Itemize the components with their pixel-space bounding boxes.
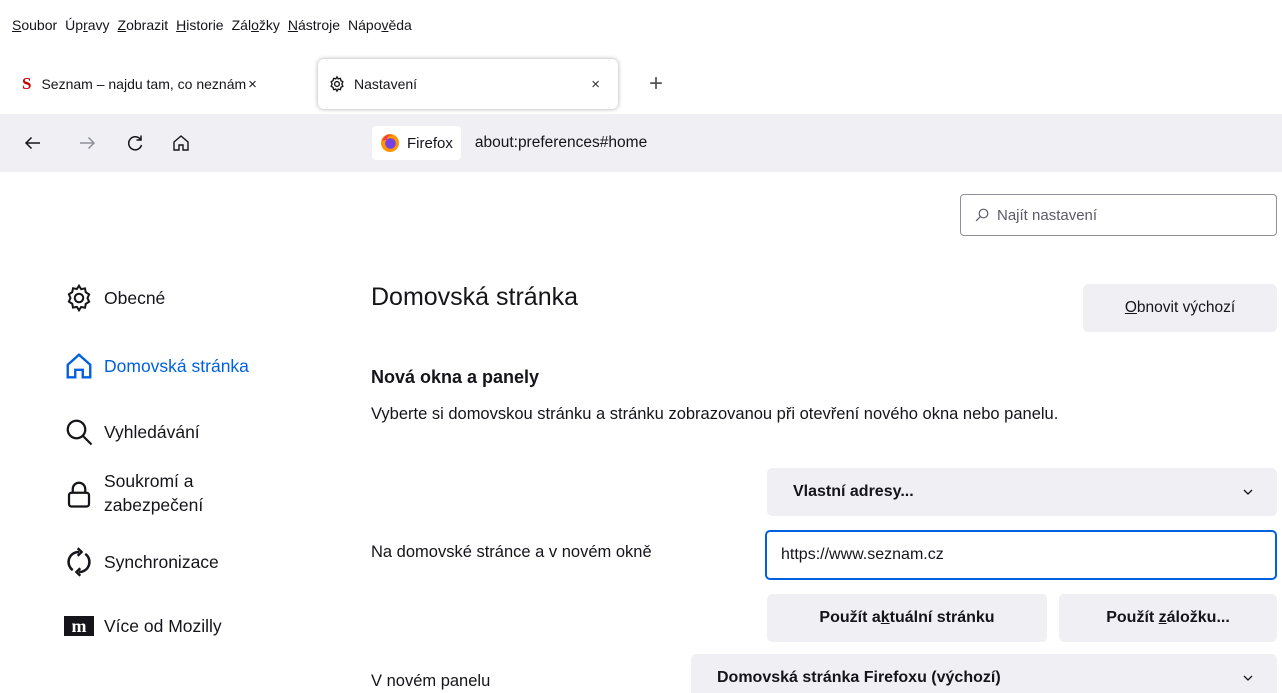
identity-label: Firefox (407, 134, 453, 152)
svg-text:m: m (72, 616, 87, 636)
tab-seznam-label: Seznam – najdu tam, co neznám (41, 76, 247, 92)
section-description: Vyberte si domovskou stránku a stránku z… (371, 405, 1059, 423)
tab-strip: S Seznam – najdu tam, co neznám × Nastav… (0, 56, 1282, 114)
menu-zalozky[interactable]: Záložky (232, 17, 280, 33)
sidebar-item-privacy[interactable]: Soukromí a zabezpečení (64, 470, 203, 517)
use-current-page-button[interactable]: Použít aktuální stránku (767, 594, 1047, 642)
home-icon (64, 350, 104, 382)
homepage-mode-select[interactable]: Vlastní adresy... (767, 468, 1277, 516)
sidebar-item-label: Obecné (104, 287, 166, 308)
gear-icon (330, 75, 344, 93)
newtab-mode-select[interactable]: Domovská stránka Firefoxu (výchozí) (691, 654, 1277, 693)
menu-historie[interactable]: Historie (176, 17, 223, 33)
sidebar-item-label: Vyhledávání (104, 421, 200, 442)
use-bookmark-button[interactable]: Použít záložku... (1059, 594, 1277, 642)
gear-icon (64, 282, 104, 314)
arrow-right-icon (80, 136, 96, 150)
lock-icon (64, 478, 104, 510)
back-button[interactable] (18, 128, 48, 158)
firefox-logo-icon (381, 134, 399, 152)
reload-icon (127, 135, 143, 151)
menu-upravy[interactable]: Úpravy (65, 17, 109, 33)
homepage-url-input[interactable] (765, 530, 1277, 580)
homepage-field-label: Na domovské stránce a v novém okně (371, 543, 652, 561)
chevron-down-icon (1243, 489, 1253, 495)
forward-button[interactable] (72, 128, 102, 158)
arrow-left-icon (24, 136, 40, 150)
url-text[interactable]: about:preferences#home (475, 134, 647, 152)
home-button[interactable] (166, 128, 196, 158)
tab-settings[interactable]: Nastavení × (318, 59, 618, 109)
sidebar-item-label: Synchronizace (104, 551, 219, 572)
restore-defaults-button[interactable]: Obnovit výchozí (1083, 284, 1277, 332)
sidebar-item-label-line2: zabezpečení (104, 494, 204, 515)
home-icon (173, 135, 189, 151)
newtab-mode-value: Domovská stránka Firefoxu (výchozí) (717, 669, 1001, 686)
sidebar-item-label: Soukromí a (104, 471, 194, 491)
identity-box[interactable]: Firefox (372, 126, 461, 160)
navigation-toolbar: Firefox about:preferences#home (0, 114, 1282, 172)
menu-nastroje[interactable]: Nástroje (288, 17, 340, 33)
page-title: Domovská stránka (371, 283, 579, 311)
mozilla-m-icon: m (64, 610, 104, 642)
settings-search-box[interactable] (960, 194, 1277, 236)
menu-bar: Soubor Úpravy Zobrazit Historie Záložky … (0, 0, 1282, 56)
sidebar-item-home[interactable]: Domovská stránka (64, 350, 249, 382)
tab-settings-label: Nastavení (354, 76, 418, 92)
url-bar[interactable]: Firefox about:preferences#home (366, 120, 1282, 166)
sidebar-item-label: Více od Mozilly (104, 615, 222, 636)
sidebar-item-mozilla[interactable]: m Více od Mozilly (64, 610, 222, 642)
sidebar-item-label: Domovská stránka (104, 355, 249, 376)
homepage-mode-value: Vlastní adresy... (793, 483, 914, 500)
reload-button[interactable] (120, 128, 150, 158)
sidebar-item-general[interactable]: Obecné (64, 282, 165, 314)
menu-zobrazit[interactable]: Zobrazit (118, 17, 169, 33)
menu-soubor[interactable]: Soubor (12, 17, 57, 33)
search-icon (975, 208, 989, 222)
tab-seznam-close-icon[interactable]: × (248, 76, 257, 93)
tab-settings-close-icon[interactable]: × (591, 76, 600, 93)
newtab-field-label: V novém panelu (371, 672, 491, 690)
tab-seznam[interactable]: S Seznam – najdu tam, co neznám × (12, 59, 312, 109)
menu-napoveda[interactable]: Nápověda (348, 17, 412, 33)
sidebar-item-search[interactable]: Vyhledávání (64, 416, 200, 448)
section-subheading: Nová okna a panely (371, 367, 540, 387)
search-icon (64, 416, 104, 448)
chevron-down-icon (1243, 675, 1253, 681)
sync-icon (64, 546, 104, 578)
seznam-favicon-icon: S (22, 74, 32, 93)
settings-search-input[interactable] (997, 206, 1257, 224)
new-tab-button[interactable]: + (640, 64, 672, 104)
sidebar-item-sync[interactable]: Synchronizace (64, 546, 219, 578)
